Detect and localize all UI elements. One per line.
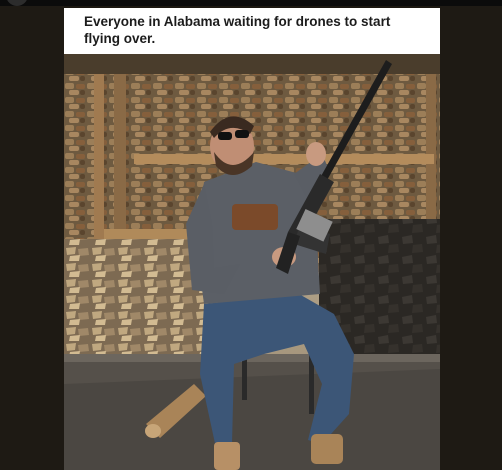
left-margin (0, 6, 64, 470)
caption-box: Everyone in Alabama waiting for drones t… (64, 8, 440, 54)
top-strip (0, 0, 502, 6)
right-margin (440, 6, 502, 470)
meme-caption: Everyone in Alabama waiting for drones t… (84, 14, 391, 46)
meme-photo[interactable] (64, 54, 440, 470)
meme-post[interactable]: Everyone in Alabama waiting for drones t… (64, 8, 440, 470)
meme-photo-icon (64, 54, 440, 470)
